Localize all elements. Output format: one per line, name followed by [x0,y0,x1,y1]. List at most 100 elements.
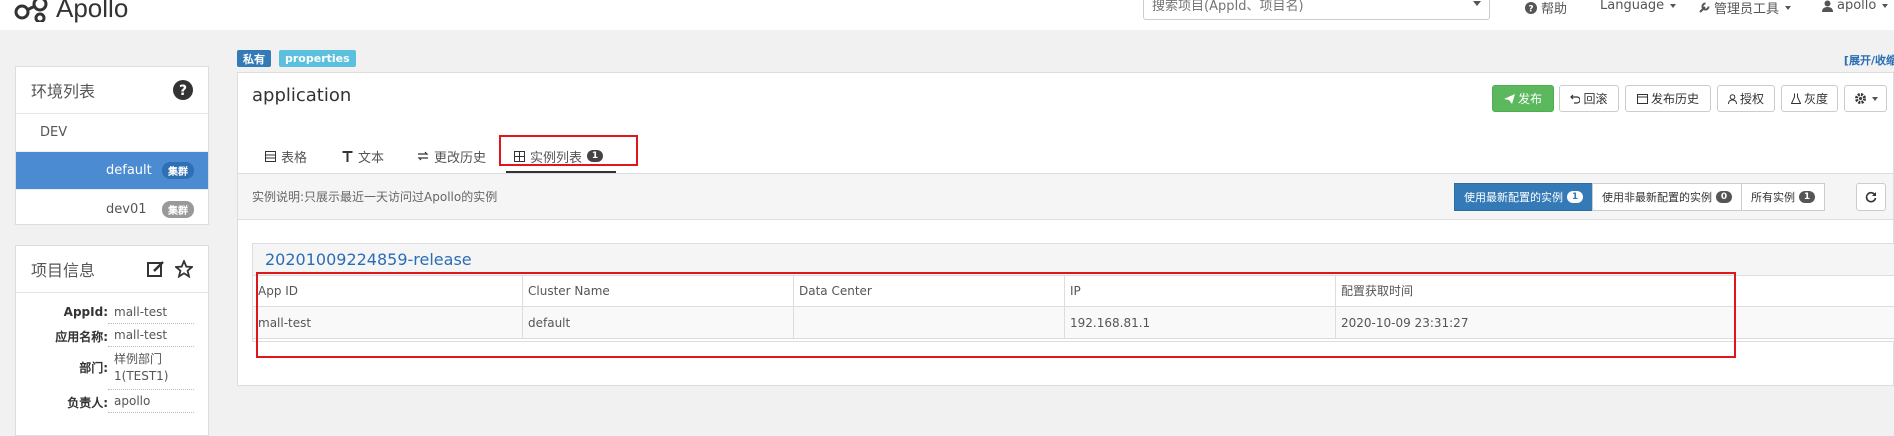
filter-count-badge: 1 [1567,191,1583,203]
release-history-label: 发布历史 [1650,92,1699,106]
cluster-item-dev01[interactable]: dev01 集群 [16,190,208,228]
release-instances-panel: 20201009224859-release App ID Cluster Na… [252,243,1894,342]
chevron-down-icon[interactable] [1473,1,1481,6]
cluster-item-label: default [106,163,152,178]
question-circle-icon: ? [1525,1,1537,14]
filter-count-badge: 0 [1716,191,1732,203]
language-menu[interactable]: Language [1600,0,1677,13]
calendar-icon [1636,94,1648,104]
svg-text:?: ? [1528,4,1533,14]
release-history-button[interactable]: 发布历史 [1625,85,1711,112]
expand-collapse-link[interactable]: [展开/收缩] [1844,52,1894,68]
cell-data-center [793,306,1065,339]
refresh-icon [1865,191,1877,203]
language-label: Language [1600,0,1665,13]
instances-table: App ID Cluster Name Data Center IP 配置获取时… [253,275,1894,339]
env-list-title: 环境列表 [31,82,96,101]
format-tag: properties [279,50,356,67]
instances-description: 实例说明:只展示最近一天访问过Apollo的实例 [252,190,498,204]
project-search[interactable] [1143,0,1490,20]
publish-label: 发布 [1517,92,1542,106]
text-icon [342,150,353,162]
project-search-input[interactable] [1144,0,1480,19]
env-item-dev[interactable]: DEV [16,114,208,152]
caret-down-icon [1785,5,1792,10]
admin-tools-menu[interactable]: 管理员工具 [1698,0,1792,17]
env-list-panel: 环境列表 ? DEV default 集群 dev01 集群 [15,66,209,225]
wrench-icon [1699,2,1710,13]
rollback-button[interactable]: 回滚 [1559,85,1619,112]
tab-label: 实例列表 [530,150,583,166]
column-header: IP [1064,275,1336,307]
cell-cluster-name: default [522,306,794,339]
tab-label: 更改历史 [434,150,487,166]
column-header: 配置获取时间 [1335,275,1894,307]
gray-release-label: 灰度 [1803,92,1828,106]
tab-label: 文本 [358,150,385,166]
swap-icon [417,151,429,161]
tab-table[interactable]: 表格 [265,139,307,173]
tab-label: 表格 [281,150,308,166]
instance-filter-group: 使用最新配置的实例 1 使用非最新配置的实例 0 所有实例 1 [1454,183,1825,211]
help-label: 帮助 [1541,2,1568,17]
column-header: App ID [253,275,523,307]
caret-down-icon [1882,3,1889,8]
cluster-badge: 集群 [162,200,194,218]
help-menu[interactable]: ? 帮助 [1525,0,1567,17]
tab-change-history[interactable]: 更改历史 [417,139,486,173]
release-name[interactable]: 20201009224859-release [253,244,1894,276]
project-info-row-appid: AppId: mall-test [30,301,194,324]
private-tag: 私有 [237,50,271,67]
info-value: apollo [108,390,194,413]
send-icon [1503,93,1515,104]
filter-not-latest-button[interactable]: 使用非最新配置的实例 0 [1592,183,1742,211]
cluster-badge: 集群 [162,162,194,179]
cluster-item-label: dev01 [106,201,147,217]
project-info-title: 项目信息 [31,261,96,280]
project-info-row-owner: 负责人: apollo [30,390,194,413]
instances-icon [514,150,525,162]
cell-app-id: mall-test [253,306,523,339]
filter-count-badge: 1 [1799,191,1815,203]
info-label: AppId: [63,305,108,319]
edit-icon[interactable] [147,260,165,278]
project-info-panel: 项目信息 AppId: mall-test 应用名称: mall-test 部门… [15,245,209,436]
cluster-item-default[interactable]: default 集群 [16,152,208,190]
caret-down-icon [1670,3,1677,8]
filter-all-instances-button[interactable]: 所有实例 1 [1741,183,1825,211]
info-label: 应用名称: [55,330,108,344]
publish-button[interactable]: 发布 [1492,85,1554,112]
tab-text[interactable]: 文本 [342,139,384,173]
column-header: Cluster Name [522,275,794,307]
gray-release-button[interactable]: 灰度 [1781,85,1838,112]
apollo-logo-icon [14,0,48,22]
table-icon [265,150,276,162]
brand-name: Apollo [56,0,129,23]
authorize-label: 授权 [1739,92,1764,106]
filter-latest-config-button[interactable]: 使用最新配置的实例 1 [1454,183,1593,211]
star-icon[interactable] [175,260,193,278]
admin-tools-label: 管理员工具 [1714,2,1780,17]
project-info-header: 项目信息 [16,246,208,293]
table-row: mall-test default 192.168.81.1 2020-10-0… [253,306,1894,339]
settings-dropdown-button[interactable] [1844,85,1887,112]
namespace-title: application [252,85,352,106]
tab-instances[interactable]: 实例列表 1 [514,139,604,173]
info-value: 样例部门1(TEST1) [108,347,194,390]
rollback-label: 回滚 [1583,92,1608,106]
refresh-button[interactable] [1856,183,1886,211]
apollo-logo[interactable]: Apollo [14,0,128,26]
filter-label: 使用非最新配置的实例 [1602,191,1712,204]
namespace-panel: application 发布 回滚 发布历史 授权 灰度 表格 文本 更改历史 [237,72,1894,386]
info-label: 负责人: [67,396,108,410]
question-circle-icon[interactable]: ? [173,80,193,100]
flask-icon [1790,93,1801,104]
user-icon [1822,0,1833,12]
project-info-row-appname: 应用名称: mall-test [30,324,194,347]
authorize-button[interactable]: 授权 [1717,85,1775,112]
user-menu[interactable]: apollo [1822,0,1889,13]
instances-count-badge: 1 [587,150,604,162]
info-label: 部门: [79,361,108,375]
table-header-row: App ID Cluster Name Data Center IP 配置获取时… [253,275,1894,307]
cell-config-time: 2020-10-09 23:31:27 [1335,306,1894,339]
